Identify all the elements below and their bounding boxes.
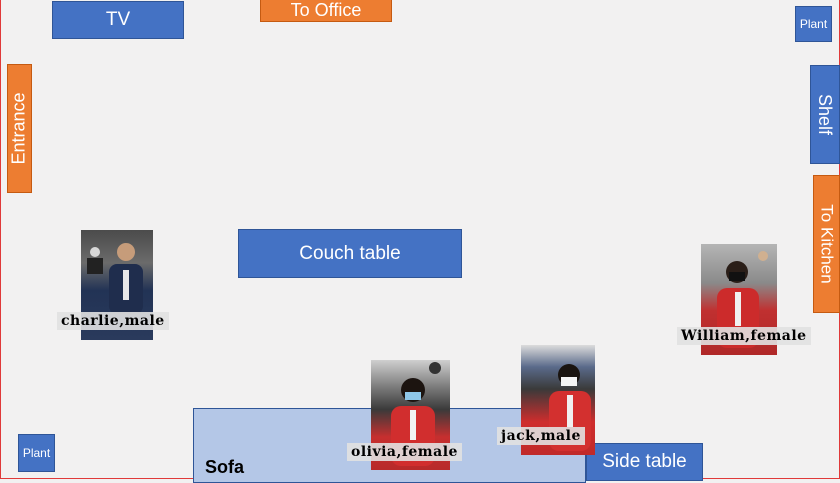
side-table-label: Side table bbox=[602, 451, 687, 472]
plant-top-label: Plant bbox=[799, 17, 828, 31]
couch-table-label: Couch table bbox=[299, 242, 401, 264]
to-office-door: To Office bbox=[260, 0, 392, 22]
sofa-label: Sofa bbox=[205, 457, 245, 477]
person-charlie: charlie,male bbox=[57, 230, 175, 342]
to-kitchen-label: To Kitchen bbox=[817, 204, 837, 284]
person-label: jack,male bbox=[497, 427, 585, 445]
side-table-block: Side table bbox=[586, 443, 703, 481]
tv-label: TV bbox=[105, 9, 131, 30]
person-olivia: olivia,female bbox=[347, 360, 465, 470]
shelf-label: Shelf bbox=[815, 93, 836, 136]
person-label: olivia,female bbox=[347, 443, 462, 461]
plant-bottom-label: Plant bbox=[22, 446, 51, 460]
tv-block: TV bbox=[52, 1, 184, 39]
person-jack: jack,male bbox=[497, 345, 597, 455]
person-label: charlie,male bbox=[57, 312, 169, 330]
to-office-label: To Office bbox=[290, 0, 362, 20]
to-kitchen-door: To Kitchen bbox=[813, 175, 840, 313]
person-label: William,female bbox=[677, 327, 811, 345]
plant-bottom-block: Plant bbox=[18, 434, 55, 472]
couch-table-block: Couch table bbox=[238, 229, 462, 278]
room-floor-plan: TV To Office Plant Entrance Shelf To Kit… bbox=[0, 0, 840, 483]
shelf-block: Shelf bbox=[810, 65, 840, 164]
person-william: William,female bbox=[677, 244, 812, 356]
plant-top-block: Plant bbox=[795, 6, 832, 42]
entrance-label: Entrance bbox=[9, 92, 30, 165]
entrance-door: Entrance bbox=[7, 64, 32, 193]
